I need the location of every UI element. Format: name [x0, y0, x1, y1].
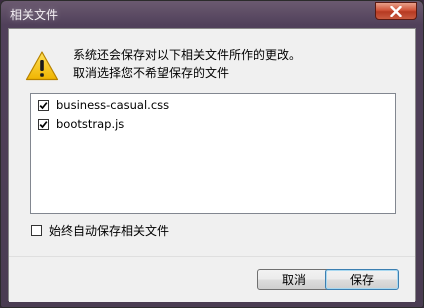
cancel-button[interactable]: 取消 — [257, 269, 331, 290]
save-button[interactable]: 保存 — [325, 269, 399, 290]
file-item-business-casual-css[interactable]: business-casual.css — [38, 96, 169, 114]
file-item-bootstrap-js[interactable]: bootstrap.js — [38, 115, 124, 133]
dialog-body: 系统还会保存对以下相关文件所作的更改。 取消选择您不希望保存的文件 busine… — [8, 28, 416, 302]
checkmark-icon — [39, 120, 48, 128]
always-save-option[interactable]: 始终自动保存相关文件 — [31, 222, 169, 239]
file-name: business-casual.css — [56, 98, 170, 112]
close-button[interactable] — [375, 2, 417, 20]
button-bar: 取消 保存 — [9, 256, 415, 302]
always-save-label: 始终自动保存相关文件 — [49, 224, 170, 238]
title-bar[interactable]: 相关文件 — [1, 1, 423, 27]
dialog-window: 相关文件 系统还会保存对以下相关文件所作的更改。 取消选择您不希望保存的文件 b… — [0, 0, 424, 308]
file-checkbox[interactable] — [38, 118, 49, 130]
warning-icon — [25, 51, 59, 81]
message-line-1: 系统还会保存对以下相关文件所作的更改。 — [73, 48, 302, 62]
close-icon — [390, 5, 402, 17]
message-text: 系统还会保存对以下相关文件所作的更改。 取消选择您不希望保存的文件 — [73, 46, 301, 82]
dialog-title: 相关文件 — [10, 8, 59, 22]
file-name: bootstrap.js — [56, 117, 125, 131]
related-files-list[interactable]: business-casual.css bootstrap.js — [30, 93, 396, 214]
checkmark-icon — [39, 101, 48, 109]
always-save-checkbox[interactable] — [31, 225, 42, 236]
message-line-2: 取消选择您不希望保存的文件 — [73, 66, 230, 80]
file-checkbox[interactable] — [38, 99, 49, 111]
